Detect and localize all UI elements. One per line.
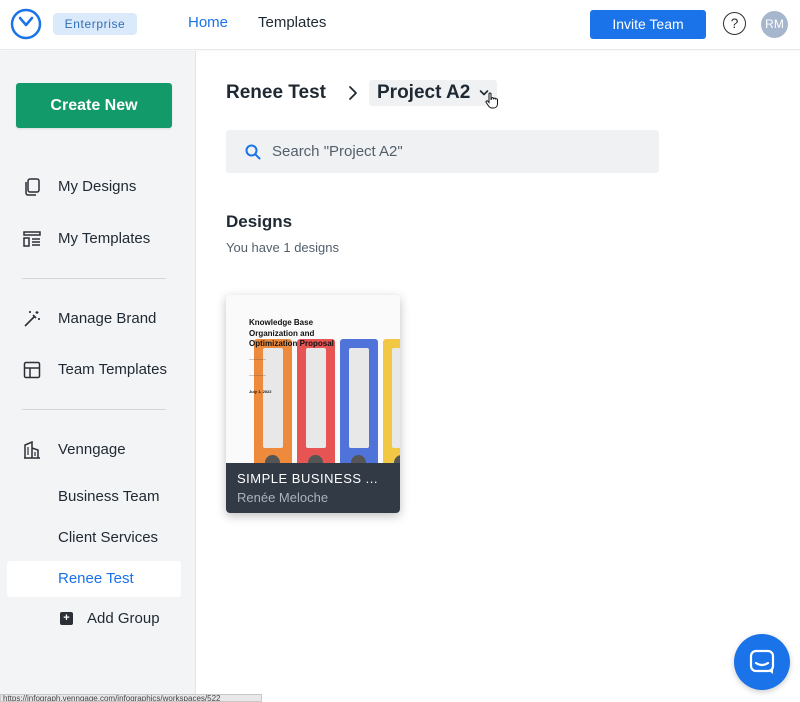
chat-icon (749, 649, 775, 674)
design-thumbnail[interactable]: Knowledge Base Organization and Optimiza… (226, 295, 400, 463)
status-bar-url: https://infograph.venngage.com/infograph… (0, 694, 262, 702)
sidebar-item-manage-brand[interactable]: Manage Brand (0, 301, 196, 337)
sidebar-item-team-templates[interactable]: Team Templates (0, 352, 196, 388)
nav-home[interactable]: Home (188, 14, 228, 31)
sidebar-item-label: Venngage (58, 441, 126, 458)
thumbnail-line: ────── (249, 357, 267, 362)
avatar[interactable]: RM (761, 11, 788, 38)
add-group-label: Add Group (87, 610, 160, 627)
sidebar-group-client-services[interactable]: Client Services (58, 529, 158, 546)
search-bar[interactable] (226, 130, 659, 173)
nav-templates[interactable]: Templates (258, 14, 326, 31)
breadcrumb-current-label: Project A2 (377, 82, 471, 103)
copy-icon (25, 178, 40, 196)
sidebar-item-label: Team Templates (58, 361, 167, 378)
venngage-logo-icon[interactable] (10, 8, 42, 40)
top-bar: Enterprise Home Templates Invite Team ? … (0, 0, 800, 50)
binder-blue (340, 339, 378, 463)
design-author: Renée Meloche (237, 490, 329, 505)
sidebar-item-label: Manage Brand (58, 310, 157, 327)
design-count: You have 1 designs (226, 240, 340, 255)
thumbnail-date: July 1, 2022 (249, 389, 272, 394)
sidebar-group-renee-test[interactable]: Renee Test (7, 561, 181, 597)
grid-icon (23, 361, 41, 379)
design-card[interactable]: Knowledge Base Organization and Optimiza… (226, 295, 400, 513)
sidebar-item-venngage[interactable]: Venngage (0, 432, 196, 468)
sidebar-item-label: My Designs (58, 178, 137, 195)
hand-cursor-icon (485, 92, 498, 109)
sidebar-group-label: Renee Test (58, 570, 134, 587)
template-list-icon (23, 231, 41, 247)
binder-red (297, 339, 335, 463)
sidebar-divider (22, 278, 166, 279)
plan-badge: Enterprise (53, 13, 137, 35)
sidebar: Create New My Designs My Templates Manag… (0, 51, 196, 702)
breadcrumb-root[interactable]: Renee Test (226, 82, 326, 104)
search-icon (245, 144, 261, 160)
chat-launcher-button[interactable] (734, 634, 790, 690)
magic-wand-icon (24, 311, 40, 327)
thumbnail-line: ────── (249, 373, 267, 378)
design-card-footer: SIMPLE BUSINESS ... Renée Meloche (226, 463, 400, 513)
sidebar-divider (22, 409, 166, 410)
invite-team-button[interactable]: Invite Team (590, 10, 706, 39)
chevron-right-icon (349, 86, 357, 100)
breadcrumb-current-dropdown[interactable]: Project A2 (369, 80, 497, 106)
sidebar-item-label: My Templates (58, 230, 151, 247)
building-icon (24, 440, 40, 459)
search-input[interactable] (272, 130, 642, 173)
sidebar-item-my-templates[interactable]: My Templates (0, 221, 196, 257)
create-new-button[interactable]: Create New (16, 83, 172, 128)
sidebar-group-business-team[interactable]: Business Team (58, 488, 159, 505)
thumbnail-title: Knowledge Base Organization and Optimiza… (249, 318, 334, 348)
help-icon[interactable]: ? (723, 12, 746, 35)
sidebar-item-my-designs[interactable]: My Designs (0, 169, 196, 205)
section-title: Designs (226, 212, 293, 231)
plus-icon: + (60, 612, 73, 625)
binder-yellow (383, 339, 400, 463)
design-name: SIMPLE BUSINESS ... (237, 471, 378, 486)
